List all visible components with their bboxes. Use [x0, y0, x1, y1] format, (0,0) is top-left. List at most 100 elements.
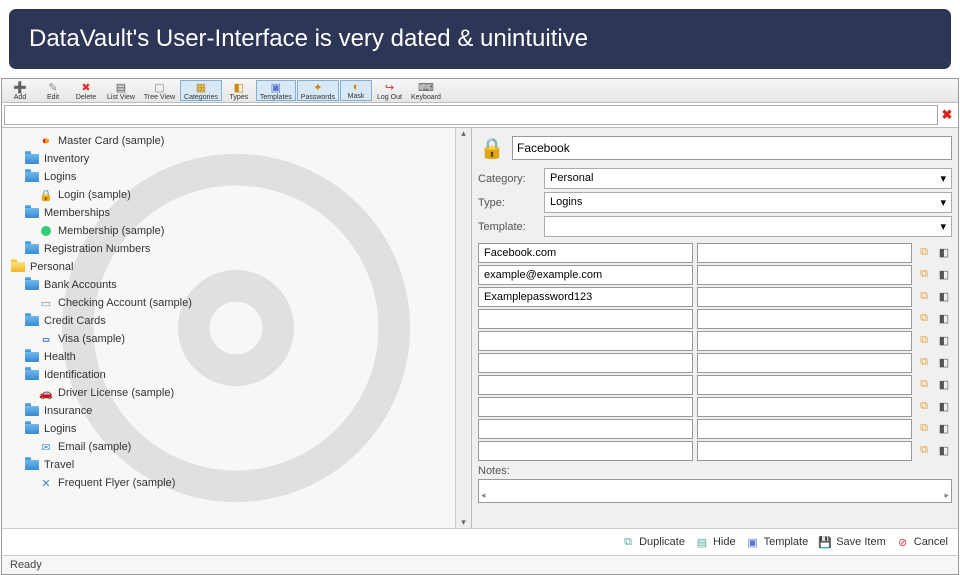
tree-item-label: Health: [44, 351, 76, 363]
delete-icon: ✖: [79, 81, 93, 94]
action-icon[interactable]: ◧: [936, 375, 952, 393]
toolbar-keyboard[interactable]: ⌨Keyboard: [407, 80, 445, 101]
field-input-left[interactable]: [478, 397, 693, 417]
folder-y-icon: [10, 260, 26, 274]
search-input[interactable]: [4, 105, 938, 125]
clear-search-icon[interactable]: ✖: [938, 105, 956, 125]
type-select[interactable]: Logins▾: [544, 192, 952, 213]
tree-item[interactable]: Logins: [2, 420, 471, 438]
tree-item[interactable]: Memberships: [2, 204, 471, 222]
save-item-button[interactable]: 💾Save Item: [818, 535, 886, 549]
field-input-left[interactable]: [478, 419, 693, 439]
toolbar-delete[interactable]: ✖Delete: [70, 80, 102, 101]
field-input-right[interactable]: [697, 331, 912, 351]
categories-icon: ▦: [194, 81, 208, 94]
notes-textarea[interactable]: ◂▸: [478, 479, 952, 503]
tree-item[interactable]: ✕Frequent Flyer (sample): [2, 474, 471, 492]
action-icon[interactable]: ◧: [936, 441, 952, 459]
tree-item[interactable]: Inventory: [2, 150, 471, 168]
scroll-left-icon[interactable]: ◂: [481, 490, 486, 502]
tree-item[interactable]: Personal: [2, 258, 471, 276]
toolbar-templates[interactable]: ▣Templates: [256, 80, 296, 101]
field-input-right[interactable]: [697, 309, 912, 329]
field-input-left[interactable]: [478, 331, 693, 351]
field-row: ⧉◧: [478, 331, 952, 351]
tree-item[interactable]: Identification: [2, 366, 471, 384]
tree-item[interactable]: 🔒Login (sample): [2, 186, 471, 204]
tree-item[interactable]: Logins: [2, 168, 471, 186]
toolbar-log-out[interactable]: ↪Log Out: [373, 80, 406, 101]
field-input-left[interactable]: [478, 265, 693, 285]
toolbar-tree-view[interactable]: ▢Tree View: [140, 80, 179, 101]
template-button[interactable]: ▣Template: [746, 535, 809, 549]
item-title-input[interactable]: [512, 136, 952, 160]
tree-item[interactable]: Credit Cards: [2, 312, 471, 330]
tree-item[interactable]: Travel: [2, 456, 471, 474]
copy-icon[interactable]: ⧉: [916, 397, 932, 415]
list-view-icon: ▤: [114, 81, 128, 94]
hide-button[interactable]: ▤Hide: [695, 535, 736, 549]
copy-icon[interactable]: ⧉: [916, 331, 932, 349]
copy-icon[interactable]: ⧉: [916, 243, 932, 261]
toolbar-categories[interactable]: ▦Categories: [180, 80, 222, 101]
tree-item[interactable]: Bank Accounts: [2, 276, 471, 294]
action-icon[interactable]: ◧: [936, 419, 952, 437]
scroll-down-icon[interactable]: ▾: [456, 517, 471, 528]
field-input-left[interactable]: [478, 353, 693, 373]
tree-item[interactable]: ✉Email (sample): [2, 438, 471, 456]
tree-item-label: Logins: [44, 171, 76, 183]
toolbar-passwords[interactable]: ✦Passwords: [297, 80, 339, 101]
action-icon[interactable]: ◧: [936, 331, 952, 349]
toolbar-mask[interactable]: ◐Mask: [340, 80, 372, 101]
toolbar-types[interactable]: ◧Types: [223, 80, 255, 101]
member-icon: [38, 224, 54, 238]
tree-item[interactable]: Health: [2, 348, 471, 366]
action-icon[interactable]: ◧: [936, 353, 952, 371]
field-input-left[interactable]: [478, 243, 693, 263]
field-input-right[interactable]: [697, 375, 912, 395]
tree-scrollbar[interactable]: ▴ ▾: [455, 128, 471, 528]
tree-item[interactable]: 🚗Driver License (sample): [2, 384, 471, 402]
field-row: ⧉◧: [478, 419, 952, 439]
action-icon[interactable]: ◧: [936, 287, 952, 305]
tree-item[interactable]: ●●Master Card (sample): [2, 132, 471, 150]
cancel-button[interactable]: ⊘Cancel: [896, 535, 948, 549]
toolbar-edit[interactable]: ✎Edit: [37, 80, 69, 101]
action-icon[interactable]: ◧: [936, 309, 952, 327]
tree-item[interactable]: ▭Checking Account (sample): [2, 294, 471, 312]
field-input-right[interactable]: [697, 441, 912, 461]
toolbar-add[interactable]: ➕Add: [4, 80, 36, 101]
field-input-right[interactable]: [697, 243, 912, 263]
tree-item-label: Logins: [44, 423, 76, 435]
field-input-left[interactable]: [478, 309, 693, 329]
duplicate-button[interactable]: ⧉Duplicate: [621, 535, 685, 549]
copy-icon[interactable]: ⧉: [916, 265, 932, 283]
field-input-right[interactable]: [697, 419, 912, 439]
tree-item[interactable]: Membership (sample): [2, 222, 471, 240]
field-input-right[interactable]: [697, 265, 912, 285]
copy-icon[interactable]: ⧉: [916, 375, 932, 393]
field-input-left[interactable]: [478, 287, 693, 307]
copy-icon[interactable]: ⧉: [916, 353, 932, 371]
field-input-right[interactable]: [697, 397, 912, 417]
tree-item[interactable]: ▭Visa (sample): [2, 330, 471, 348]
scroll-right-icon[interactable]: ▸: [944, 490, 949, 502]
action-icon[interactable]: ◧: [936, 243, 952, 261]
tree-item[interactable]: Registration Numbers: [2, 240, 471, 258]
toolbar-list-view[interactable]: ▤List View: [103, 80, 139, 101]
field-input-left[interactable]: [478, 441, 693, 461]
toolbar: ➕Add✎Edit✖Delete▤List View▢Tree View▦Cat…: [2, 79, 958, 103]
category-select[interactable]: Personal▾: [544, 168, 952, 189]
tree-item[interactable]: Insurance: [2, 402, 471, 420]
template-select[interactable]: ▾: [544, 216, 952, 237]
copy-icon[interactable]: ⧉: [916, 441, 932, 459]
copy-icon[interactable]: ⧉: [916, 419, 932, 437]
scroll-up-icon[interactable]: ▴: [456, 128, 471, 139]
field-input-left[interactable]: [478, 375, 693, 395]
field-input-right[interactable]: [697, 287, 912, 307]
field-input-right[interactable]: [697, 353, 912, 373]
action-icon[interactable]: ◧: [936, 397, 952, 415]
copy-icon[interactable]: ⧉: [916, 309, 932, 327]
copy-icon[interactable]: ⧉: [916, 287, 932, 305]
action-icon[interactable]: ◧: [936, 265, 952, 283]
